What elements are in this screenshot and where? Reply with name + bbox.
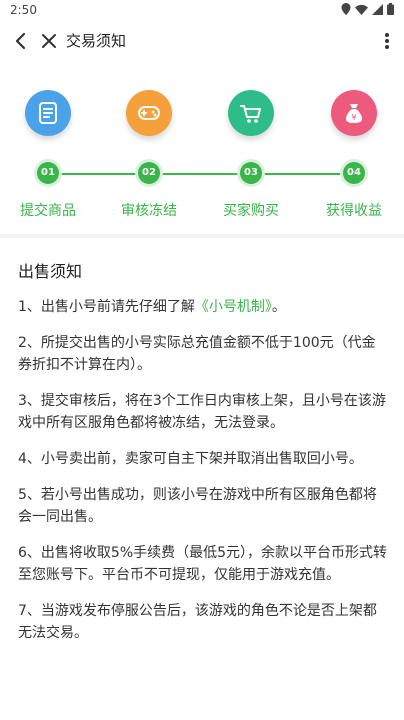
step-4-icon: ¥ <box>331 90 377 136</box>
step-2-icon <box>126 90 172 136</box>
step-3-icon <box>228 90 274 136</box>
step-3-number: 03 <box>240 162 262 184</box>
notice-item: 2、所提交出售的小号实际总充值金额不低于100元（代金券折扣不计算在内）。 <box>18 335 376 373</box>
status-icons <box>341 3 394 15</box>
location-icon <box>341 3 351 15</box>
notice-item: 5、若小号出售成功，则该小号在游戏中所有区服角色都将会一同出售。 <box>18 487 377 525</box>
step-4-label: 获得收益 <box>326 203 382 219</box>
back-arrow-icon[interactable] <box>10 30 32 52</box>
account-mechanism-link[interactable]: 《小号机制》 <box>195 299 272 315</box>
notice-item: 4、小号卖出前，卖家可自主下架并取消出售取回小号。 <box>18 451 363 467</box>
step-4-number: 04 <box>343 162 365 184</box>
notice-item-text: 。 <box>271 299 286 315</box>
sale-process: ¥ 01 02 03 04 提交商品 审核冻结 买家购买 获得收益 <box>0 58 404 234</box>
step-1-number: 01 <box>37 162 59 184</box>
notice-item: 3、提交审核后，将在3个工作日内审核上架，且小号在该游戏中所有区服角色都将被冻结… <box>18 393 386 431</box>
notice-item: 6、出售将收取5%手续费（最低5元），余款以平台币形式转至您账号下。平台币不可提… <box>18 545 388 583</box>
notice-item: 7、当游戏发布停服公告后，该游戏的角色不论是否上架都无法交易。 <box>18 603 377 641</box>
gamepad-icon <box>138 106 160 120</box>
nav-bar: 交易须知 <box>0 22 404 58</box>
document-icon <box>39 102 57 124</box>
status-time: 2:50 <box>10 3 37 17</box>
notice-item: 1、出售小号前请先仔细了解《小号机制》。 <box>18 296 388 318</box>
step-1-label: 提交商品 <box>20 203 76 219</box>
step-1-icon <box>25 90 71 136</box>
page-title: 交易须知 <box>66 32 127 50</box>
svg-text:¥: ¥ <box>351 113 356 122</box>
money-bag-icon: ¥ <box>346 104 362 123</box>
step-2-label: 审核冻结 <box>121 203 177 219</box>
step-connector-line <box>48 173 354 175</box>
battery-icon <box>387 3 394 15</box>
notice-title: 出售须知 <box>18 262 83 281</box>
close-icon[interactable] <box>38 30 60 52</box>
status-bar: 2:50 <box>0 0 404 22</box>
section-divider <box>0 234 404 238</box>
cart-icon <box>240 105 261 123</box>
sale-notice: 出售须知 1、出售小号前请先仔细了解《小号机制》。 2、所提交出售的小号实际总充… <box>18 258 388 658</box>
step-3-label: 买家购买 <box>223 203 279 219</box>
wifi-icon <box>355 4 368 15</box>
step-2-number: 02 <box>138 162 160 184</box>
signal-icon <box>372 3 383 15</box>
notice-item-text: 1、出售小号前请先仔细了解 <box>18 299 195 315</box>
more-vertical-icon[interactable] <box>380 30 394 52</box>
